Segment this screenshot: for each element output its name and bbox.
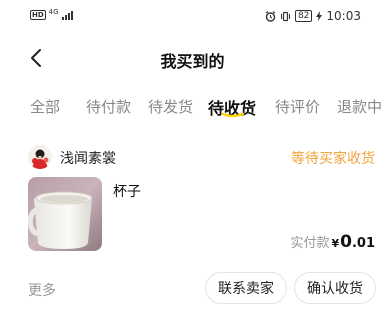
page-title: 我买到的 xyxy=(160,52,225,71)
seller-row[interactable]: 浅闻素裳 等待买家收货 xyxy=(28,145,378,169)
price-integer: 0 xyxy=(340,232,352,252)
tab-refunding[interactable]: 退款中 xyxy=(337,96,382,117)
vibrate-icon xyxy=(280,11,290,21)
status-time: 10:03 xyxy=(326,9,361,23)
status-bar: HD 4G 82 10:03 xyxy=(0,0,385,30)
tab-pending-payment[interactable]: 待付款 xyxy=(86,96,131,117)
signal-icon xyxy=(61,10,73,20)
price-currency: ¥ xyxy=(331,237,340,250)
charging-icon xyxy=(316,11,323,21)
status-right: 82 10:03 xyxy=(265,9,361,23)
hd-badge: HD xyxy=(30,10,46,20)
order-tabs: 全部 待付款 待发货 待收货 待评价 退款中 xyxy=(0,96,385,126)
price-decimal: .01 xyxy=(351,236,375,251)
order-status: 等待买家收货 xyxy=(291,151,375,167)
price-label: 实付款 xyxy=(290,236,330,251)
active-tab-indicator xyxy=(222,113,244,117)
network-type: 4G xyxy=(48,7,59,16)
alarm-icon xyxy=(265,10,276,22)
price-row: 实付款 ¥ 0 .01 xyxy=(290,232,375,252)
order-actions: 更多 联系卖家 确认收货 xyxy=(0,272,385,306)
confirm-receipt-button[interactable]: 确认收货 xyxy=(294,272,376,304)
product-image[interactable] xyxy=(28,177,102,251)
battery-icon: 82 xyxy=(294,10,313,22)
more-link[interactable]: 更多 xyxy=(28,280,56,300)
seller-avatar[interactable] xyxy=(28,145,52,169)
contact-seller-button[interactable]: 联系卖家 xyxy=(205,272,287,304)
seller-name[interactable]: 浅闻素裳 xyxy=(60,148,116,168)
tab-pending-shipment[interactable]: 待发货 xyxy=(148,96,193,117)
nav-bar: 我买到的 xyxy=(0,40,385,76)
tab-pending-review[interactable]: 待评价 xyxy=(275,96,320,117)
tab-all[interactable]: 全部 xyxy=(30,96,60,117)
product-name[interactable]: 杯子 xyxy=(113,181,141,201)
status-left: HD 4G xyxy=(30,7,73,20)
